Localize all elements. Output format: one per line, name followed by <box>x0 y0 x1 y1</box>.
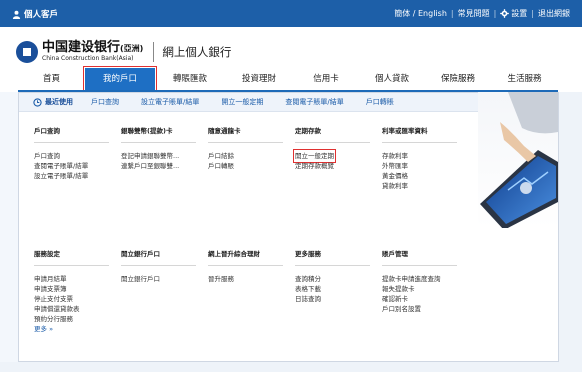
recent-item[interactable]: 查閱電子賬單/結單 <box>285 97 343 107</box>
logout-link[interactable]: 退出網銀 <box>538 8 570 19</box>
menu-link[interactable]: 提款卡申請進度查詢 <box>382 274 457 284</box>
menu-link[interactable]: 連繫戶口至銀聯雙... <box>121 161 196 171</box>
menu-link[interactable]: 開立銀行戶口 <box>121 274 196 284</box>
menu-link[interactable]: 查詢積分 <box>295 274 370 284</box>
menu-link[interactable]: 預約分行服務 <box>34 314 109 324</box>
section-title: 賬戶管理 <box>382 249 457 266</box>
nav-home[interactable]: 首頁 <box>18 68 85 90</box>
bank-name-en: China Construction Bank(Asia) <box>42 55 134 62</box>
recent-item[interactable]: 戶口轉賬 <box>366 97 394 107</box>
logo-text: 中国建设银行(亞洲) China Construction Bank(Asia) <box>42 41 143 63</box>
menu-link[interactable]: 黃金價格 <box>382 171 457 181</box>
side-bg-right <box>559 92 582 362</box>
nav-credit-card[interactable]: 信用卡 <box>293 68 359 90</box>
ccb-logo-icon <box>16 41 38 63</box>
menu-link[interactable]: 日誌查詢 <box>295 294 370 304</box>
clock-icon <box>33 97 42 107</box>
user-label: 個人客戶 <box>24 10 59 20</box>
menu-link[interactable]: 貸款利率 <box>382 181 457 191</box>
menu-link[interactable]: 報失提款卡 <box>382 284 457 294</box>
section-title: 服務設定 <box>34 249 109 266</box>
menu-link[interactable]: 定期存款概覽 <box>295 161 370 171</box>
section-title: 網上晉升綜合理財 <box>208 249 283 266</box>
language-link[interactable]: 簡体 / English <box>394 8 447 19</box>
section-account-management: 賬戶管理 提款卡申請進度查詢 報失提款卡 確認新卡 戶口別名設置 <box>382 249 457 314</box>
bank-name-cn: 中国建设银行 <box>42 40 121 55</box>
faq-link[interactable]: 常見問題 <box>458 8 490 19</box>
gear-icon[interactable] <box>500 9 510 18</box>
menu-link[interactable]: 存款利率 <box>382 151 457 161</box>
top-bar: 個人客戶 簡体 / English | 常見問題 | 設置 | 退出網銀 <box>0 0 582 27</box>
menu-link[interactable]: 戶口別名設置 <box>382 304 457 314</box>
divider <box>153 42 155 62</box>
section-open-account: 開立銀行戶口 開立銀行戶口 <box>121 249 196 284</box>
menu-link[interactable]: 登記申請銀聯雙幣... <box>121 151 196 161</box>
user-icon <box>12 10 21 19</box>
promo-tablet-image <box>478 92 558 228</box>
nav-transfer[interactable]: 轉賬匯款 <box>155 68 225 90</box>
recent-item[interactable]: 開立一般定期 <box>221 97 263 107</box>
section-title: 戶口查詢 <box>34 126 109 143</box>
bank-logo[interactable]: 中国建设银行(亞洲) China Construction Bank(Asia)… <box>16 41 231 63</box>
top-links: 簡体 / English | 常見問題 | 設置 | 退出網銀 <box>394 8 570 19</box>
section-time-deposit: 定期存款 開立一般定期 定期存款概覽 <box>293 126 370 171</box>
nav-my-account[interactable]: 我的戶口 <box>83 66 157 92</box>
section-more-services: 更多服務 查詢積分 表格下載 日誌查詢 <box>295 249 370 304</box>
section-title: 隨意通龍卡 <box>208 126 283 143</box>
divider: | <box>493 9 497 18</box>
section-account-query: 戶口查詢 戶口查詢 查閱電子賬單/結單 設立電子賬單/結單 <box>34 126 109 181</box>
menu-link[interactable]: 晉升服務 <box>208 274 283 284</box>
section-title: 定期存款 <box>295 126 370 143</box>
section-online-upgrade: 網上晉升綜合理財 晉升服務 <box>208 249 283 284</box>
section-title: 銀聯雙幣(提款)卡 <box>121 126 196 143</box>
main-nav: 首頁 我的戶口 轉賬匯款 投資理財 信用卡 個人貸款 保險服務 生活服務 <box>18 66 558 92</box>
nav-personal-loan[interactable]: 個人貸款 <box>359 68 425 90</box>
divider: | <box>450 9 454 18</box>
bank-name-suffix: (亞洲) <box>120 44 144 53</box>
personal-customer-label: 個人客戶 <box>12 8 58 20</box>
recent-label: 最近使用 <box>45 98 73 106</box>
section-service-settings: 服務設定 申請月結單 申請支票簿 停止支付支票 申請償還貸款表 預約分行服務 更… <box>34 249 109 334</box>
tablet-illustration <box>478 92 558 228</box>
menu-link[interactable]: 戶口查詢 <box>34 151 109 161</box>
recent-item[interactable]: 設立電子賬單/結單 <box>141 97 199 107</box>
settings-link[interactable]: 設置 <box>511 8 527 19</box>
bottom-bg <box>0 362 582 372</box>
side-bg-left <box>0 92 18 362</box>
nav-life-services[interactable]: 生活服務 <box>491 68 558 90</box>
menu-link[interactable]: 戶口轉賬 <box>208 161 283 171</box>
menu-link[interactable]: 申請償還貸款表 <box>34 304 109 314</box>
section-travel-card: 隨意通龍卡 戶口結餘 戶口轉賬 <box>208 126 283 171</box>
section-card-services: 銀聯雙幣(提款)卡 登記申請銀聯雙幣... 連繫戶口至銀聯雙... <box>121 126 196 171</box>
menu-link[interactable]: 查閱電子賬單/結單 <box>34 161 109 171</box>
divider: | <box>531 9 534 18</box>
menu-link[interactable]: 外幣匯率 <box>382 161 457 171</box>
section-title: 更多服務 <box>295 249 370 266</box>
nav-investment[interactable]: 投資理財 <box>225 68 293 90</box>
menu-link[interactable]: 確認新卡 <box>382 294 457 304</box>
menu-link[interactable]: 申請支票簿 <box>34 284 109 294</box>
menu-link[interactable]: 停止支付支票 <box>34 294 109 304</box>
menu-link[interactable]: 戶口結餘 <box>208 151 283 161</box>
menu-link[interactable]: 表格下載 <box>295 284 370 294</box>
menu-link[interactable]: 申請月結單 <box>34 274 109 284</box>
recent-item[interactable]: 戶口查詢 <box>91 97 119 107</box>
portal-title: 網上個人銀行 <box>162 45 232 59</box>
nav-insurance[interactable]: 保險服務 <box>425 68 491 90</box>
more-link[interactable]: 更多 » <box>34 324 109 334</box>
menu-link[interactable]: 設立電子賬單/結單 <box>34 171 109 181</box>
open-time-deposit-link[interactable]: 開立一般定期 <box>293 149 336 163</box>
section-rates: 利率或匯率資料 存款利率 外幣匯率 黃金價格 貸款利率 <box>382 126 457 191</box>
section-title: 開立銀行戶口 <box>121 249 196 266</box>
section-title: 利率或匯率資料 <box>382 126 457 143</box>
